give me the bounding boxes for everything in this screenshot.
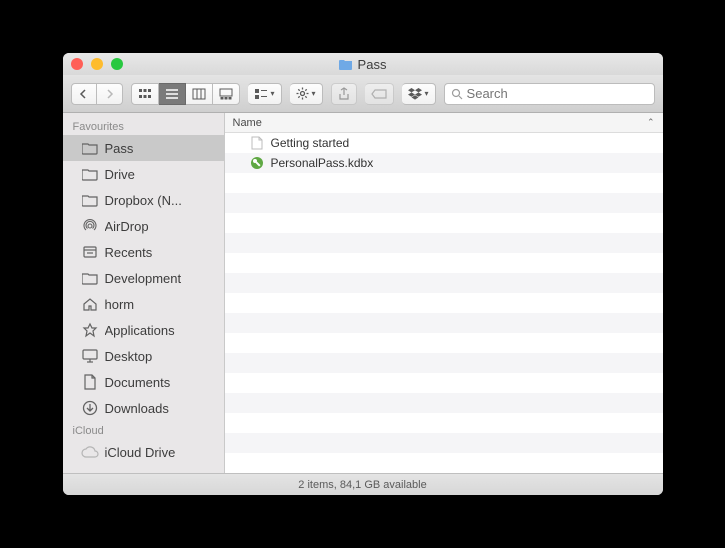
column-name-label: Name xyxy=(233,117,262,129)
window-title-text: Pass xyxy=(358,57,387,72)
chevron-down-icon: ▾ xyxy=(312,89,316,98)
empty-row xyxy=(225,253,663,273)
sidebar-header-icloud: iCloud xyxy=(63,421,224,439)
empty-row xyxy=(225,453,663,473)
sidebar-item-desktop[interactable]: Desktop xyxy=(63,343,224,369)
empty-row xyxy=(225,293,663,313)
sidebar-item-downloads[interactable]: Downloads xyxy=(63,395,224,421)
sidebar-item-label: Downloads xyxy=(105,401,169,416)
sidebar-item-dropbox-n-[interactable]: Dropbox (N... xyxy=(63,187,224,213)
empty-row xyxy=(225,393,663,413)
recents-icon xyxy=(81,244,99,260)
empty-row xyxy=(225,353,663,373)
sidebar-item-development[interactable]: Development xyxy=(63,265,224,291)
sidebar-item-label: AirDrop xyxy=(105,219,149,234)
nav-buttons xyxy=(71,83,123,105)
keepass-icon xyxy=(249,156,265,170)
search-input[interactable] xyxy=(467,86,648,101)
sidebar-item-pass[interactable]: Pass xyxy=(63,135,224,161)
file-name: PersonalPass.kdbx xyxy=(271,156,374,170)
gear-icon xyxy=(296,87,309,100)
empty-row xyxy=(225,433,663,453)
sidebar-item-label: Desktop xyxy=(105,349,153,364)
sidebar-item-icloud-drive[interactable]: iCloud Drive xyxy=(63,439,224,465)
sidebar-item-label: Dropbox (N... xyxy=(105,193,182,208)
window-controls xyxy=(71,58,123,70)
toolbar: ▾ ▾ ▾ xyxy=(63,75,663,113)
search-field[interactable] xyxy=(444,83,655,105)
folder-icon xyxy=(81,193,99,207)
sidebar-item-label: Pass xyxy=(105,141,134,156)
close-icon[interactable] xyxy=(71,58,83,70)
documents-icon xyxy=(81,374,99,390)
sidebar-item-label: Applications xyxy=(105,323,175,338)
home-icon xyxy=(81,296,99,312)
empty-row xyxy=(225,173,663,193)
status-text: 2 items, 84,1 GB available xyxy=(298,479,426,491)
group-button[interactable]: ▾ xyxy=(248,83,282,105)
status-bar: 2 items, 84,1 GB available xyxy=(63,473,663,495)
file-row[interactable]: Getting started xyxy=(225,133,663,153)
sidebar-item-applications[interactable]: Applications xyxy=(63,317,224,343)
file-list[interactable]: Getting started PersonalPass.kdbx xyxy=(225,133,663,473)
empty-row xyxy=(225,313,663,333)
applications-icon xyxy=(81,322,99,338)
sidebar-item-documents[interactable]: Documents xyxy=(63,369,224,395)
sidebar-item-label: horm xyxy=(105,297,135,312)
empty-row xyxy=(225,273,663,293)
empty-row xyxy=(225,333,663,353)
finder-window: Pass xyxy=(63,53,663,495)
action-button[interactable]: ▾ xyxy=(290,83,323,105)
sidebar-item-label: Recents xyxy=(105,245,153,260)
tags-button[interactable] xyxy=(365,83,394,105)
share-button[interactable] xyxy=(331,83,357,105)
folder-icon xyxy=(81,167,99,181)
forward-button[interactable] xyxy=(97,83,123,105)
empty-row xyxy=(225,413,663,433)
window-title: Pass xyxy=(63,57,663,72)
column-header[interactable]: Name ⌃ xyxy=(225,113,663,133)
empty-row xyxy=(225,193,663,213)
zoom-icon[interactable] xyxy=(111,58,123,70)
back-button[interactable] xyxy=(71,83,97,105)
sidebar-item-label: Documents xyxy=(105,375,171,390)
search-icon xyxy=(451,88,463,100)
dropbox-button[interactable]: ▾ xyxy=(402,83,436,105)
file-row[interactable]: PersonalPass.kdbx xyxy=(225,153,663,173)
sidebar-item-label: iCloud Drive xyxy=(105,445,176,460)
sort-indicator-icon: ⌃ xyxy=(647,117,655,128)
column-view-button[interactable] xyxy=(186,83,213,105)
sidebar-item-label: Development xyxy=(105,271,182,286)
empty-row xyxy=(225,213,663,233)
empty-row xyxy=(225,373,663,393)
folder-icon xyxy=(81,271,99,285)
airdrop-icon xyxy=(81,218,99,234)
gallery-view-button[interactable] xyxy=(213,83,240,105)
sidebar-item-drive[interactable]: Drive xyxy=(63,161,224,187)
sidebar-item-recents[interactable]: Recents xyxy=(63,239,224,265)
sidebar: Favourites Pass Drive Dropbox (N... AirDrop… xyxy=(63,113,225,473)
content-area: Name ⌃ Getting started PersonalPass.kdbx xyxy=(225,113,663,473)
empty-row xyxy=(225,233,663,253)
minimize-icon[interactable] xyxy=(91,58,103,70)
file-name: Getting started xyxy=(271,136,350,150)
sidebar-item-horm[interactable]: horm xyxy=(63,291,224,317)
view-buttons xyxy=(131,83,240,105)
folder-icon xyxy=(339,58,353,70)
icon-view-button[interactable] xyxy=(131,83,159,105)
icloud-icon xyxy=(81,445,99,459)
sidebar-item-airdrop[interactable]: AirDrop xyxy=(63,213,224,239)
folder-icon xyxy=(81,141,99,155)
document-icon xyxy=(249,136,265,150)
sidebar-header-favourites: Favourites xyxy=(63,117,224,135)
titlebar[interactable]: Pass xyxy=(63,53,663,75)
chevron-down-icon: ▾ xyxy=(425,89,429,98)
downloads-icon xyxy=(81,400,99,416)
desktop-icon xyxy=(81,349,99,363)
chevron-down-icon: ▾ xyxy=(271,89,275,98)
list-view-button[interactable] xyxy=(159,83,186,105)
sidebar-item-label: Drive xyxy=(105,167,135,182)
